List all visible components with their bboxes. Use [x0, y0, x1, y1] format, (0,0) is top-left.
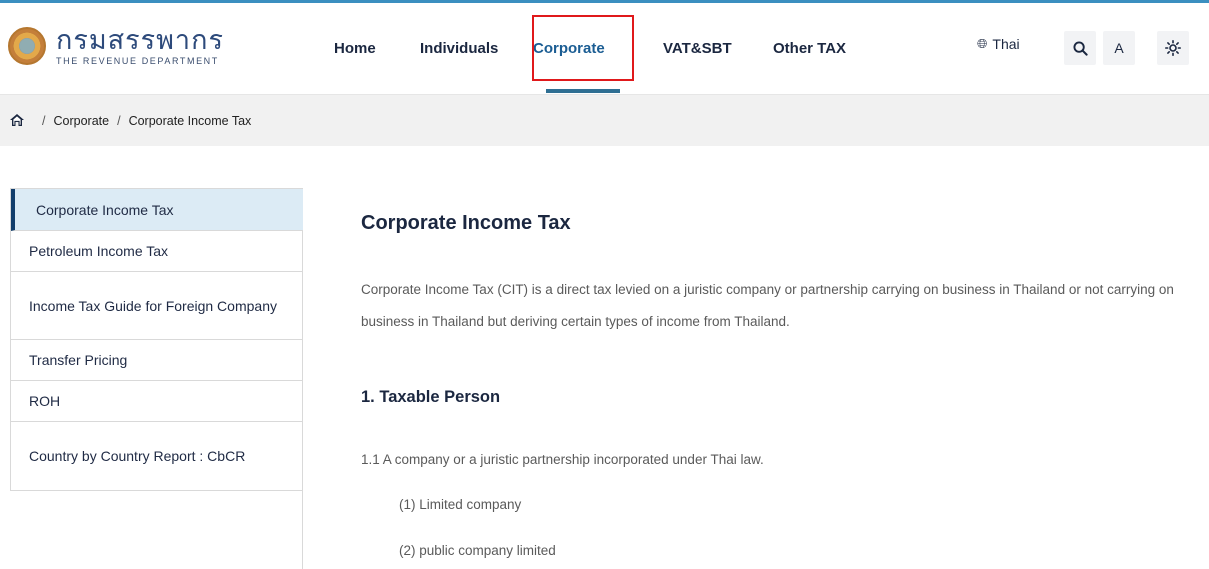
contrast-button[interactable] [1157, 31, 1189, 65]
nav-other-tax-label: Other TAX [773, 40, 847, 57]
sidebar-item-petroleum-income-tax[interactable]: Petroleum Income Tax [11, 231, 303, 272]
sidebar: Corporate Income Tax Petroleum Income Ta… [10, 188, 303, 569]
sidebar-menu: Corporate Income Tax Petroleum Income Ta… [10, 188, 303, 491]
site-header: กรมสรรพากร THE REVENUE DEPARTMENT Home I… [0, 3, 1209, 94]
globe-icon: 🌐︎ [977, 36, 988, 51]
sidebar-item-transfer-pricing[interactable]: Transfer Pricing [11, 340, 303, 381]
nav-vat-sbt-label: VAT&SBT [663, 40, 732, 57]
breadcrumb-separator: / [117, 114, 121, 128]
sidebar-item-label: ROH [29, 393, 61, 409]
logo-text: กรมสรรพากร THE REVENUE DEPARTMENT [56, 24, 224, 66]
breadcrumb-corporate[interactable]: Corporate [53, 114, 109, 128]
sidebar-item-foreign-company-guide[interactable]: Income Tax Guide for Foreign Company [11, 272, 303, 340]
logo-english-text: THE REVENUE DEPARTMENT [56, 55, 219, 66]
breadcrumb-current: Corporate Income Tax [128, 114, 252, 128]
sidebar-item-label: Transfer Pricing [29, 352, 128, 368]
nav-home-label: Home [334, 40, 376, 57]
language-switcher[interactable]: 🌐︎ Thai [977, 36, 1020, 52]
active-nav-indicator [546, 89, 620, 93]
breadcrumb: / Corporate / Corporate Income Tax [10, 113, 251, 129]
corporate-highlight-box [532, 15, 634, 81]
breadcrumb-bar: / Corporate / Corporate Income Tax [0, 94, 1209, 146]
sidebar-item-label: Income Tax Guide for Foreign Company [29, 297, 277, 314]
limited-company-item: (1) Limited company [399, 497, 522, 512]
search-button[interactable] [1064, 31, 1096, 65]
brightness-icon [1165, 40, 1181, 56]
nav-individuals-label: Individuals [420, 40, 499, 57]
nav-home[interactable]: Home [334, 3, 376, 94]
sidebar-item-corporate-income-tax[interactable]: Corporate Income Tax [11, 189, 303, 231]
page-title: Corporate Income Tax [361, 212, 571, 234]
taxable-person-item-1: 1.1 A company or a juristic partnership … [361, 452, 764, 467]
logo-thai-text: กรมสรรพากร [56, 24, 224, 56]
sidebar-item-roh[interactable]: ROH [11, 381, 303, 422]
search-icon [1072, 40, 1088, 56]
section-title-taxable-person: 1. Taxable Person [361, 388, 501, 406]
sidebar-item-label: Country by Country Report : CbCR [29, 448, 246, 464]
language-label: Thai [992, 36, 1020, 52]
home-icon[interactable] [10, 113, 24, 129]
intro-paragraph: Corporate Income Tax (CIT) is a direct t… [361, 282, 1174, 329]
public-company-item: (2) public company limited [399, 543, 556, 558]
breadcrumb-separator: / [42, 114, 46, 128]
nav-vat-sbt[interactable]: VAT&SBT [663, 3, 732, 94]
sidebar-item-cbcr[interactable]: Country by Country Report : CbCR [11, 422, 303, 490]
font-size-button[interactable]: A [1103, 31, 1135, 65]
sidebar-item-label: Petroleum Income Tax [29, 243, 169, 259]
revenue-seal-icon [8, 27, 46, 65]
sidebar-item-label: Corporate Income Tax [36, 201, 174, 218]
site-logo[interactable]: กรมสรรพากร THE REVENUE DEPARTMENT [8, 21, 224, 71]
nav-individuals[interactable]: Individuals [420, 3, 498, 94]
nav-other-tax[interactable]: Other TAX [773, 3, 846, 94]
font-size-label: A [1114, 40, 1124, 56]
